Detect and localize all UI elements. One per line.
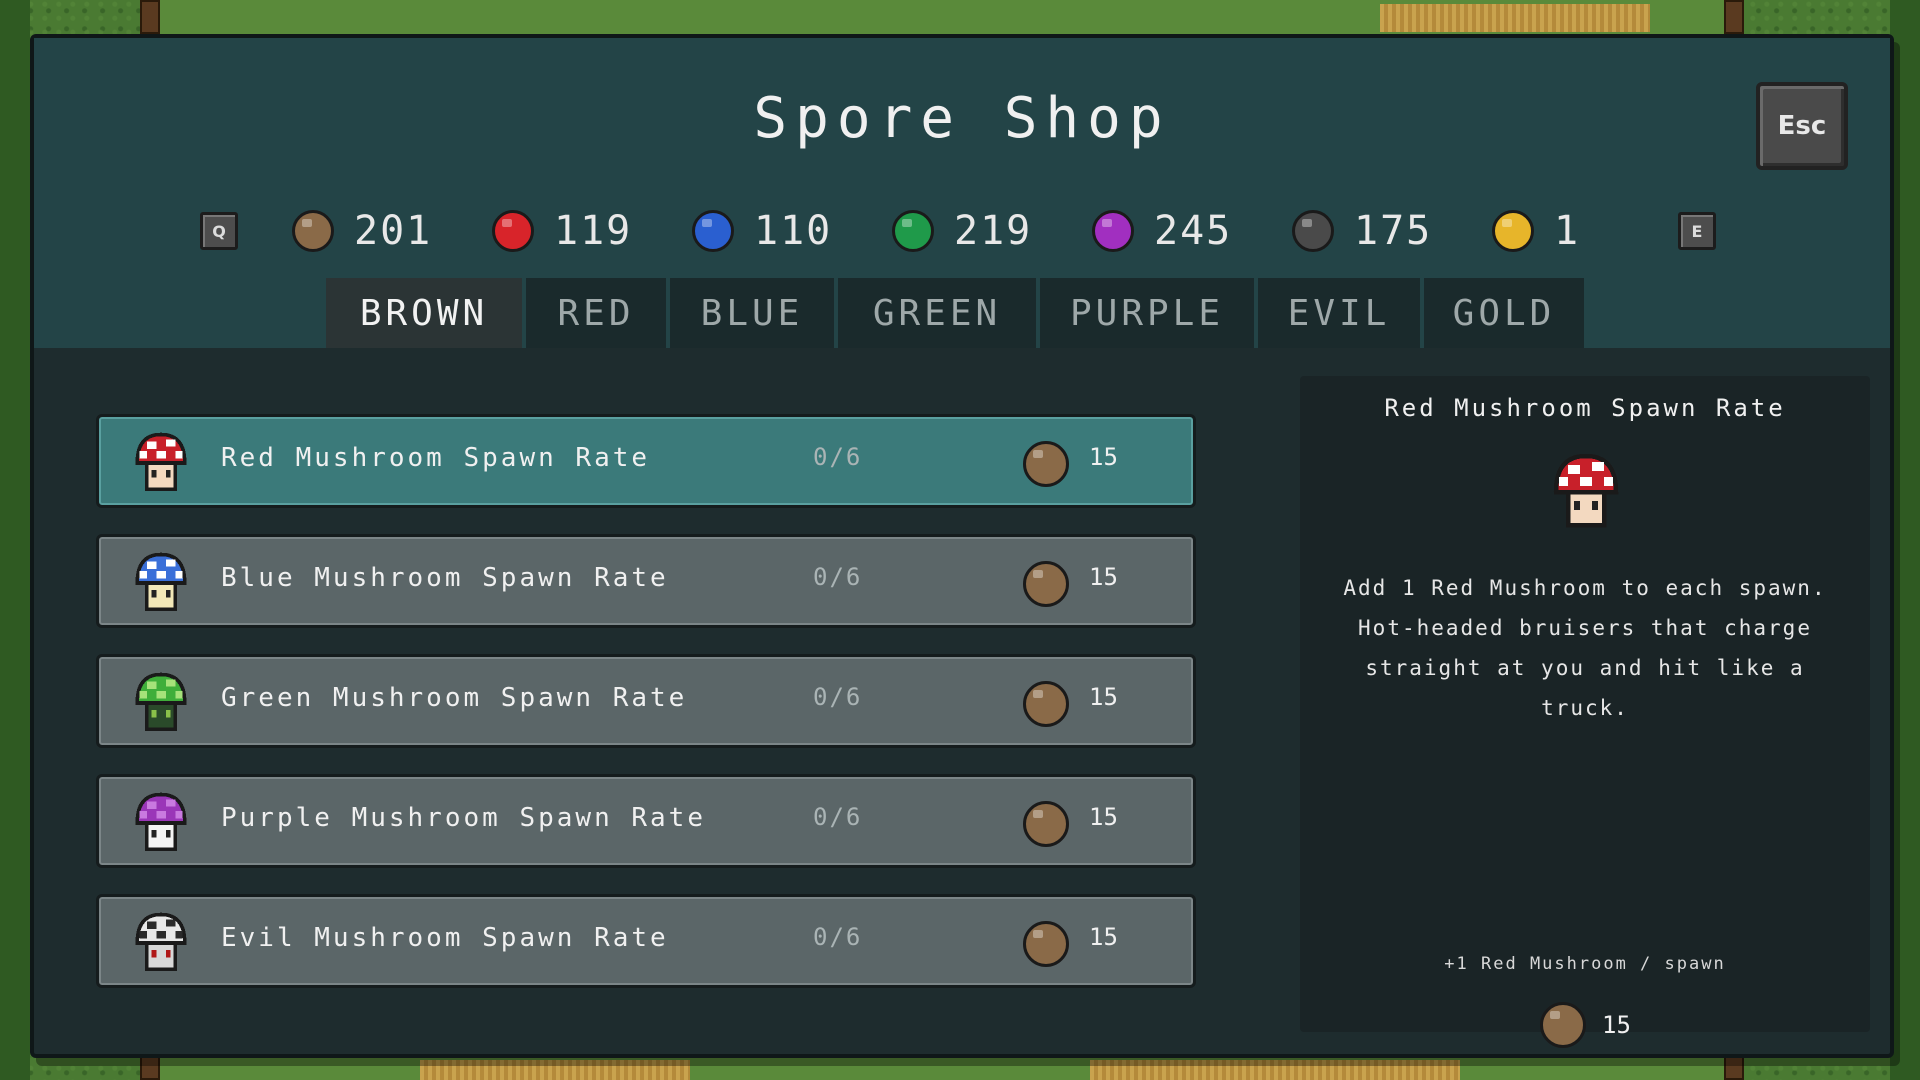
red-spore-counter: 119	[492, 204, 632, 258]
green-mushroom-icon	[123, 665, 199, 741]
green-spore-counter: 219	[892, 204, 1032, 258]
wheat-patch	[1090, 1060, 1460, 1080]
red-spore-icon	[492, 210, 534, 252]
green-spore-amount: 219	[954, 208, 1033, 254]
upgrade-name: Purple Mushroom Spawn Rate	[221, 803, 706, 833]
brown-spore-icon	[292, 210, 334, 252]
hedge-right	[1890, 0, 1920, 1080]
grass-strip-bottom	[150, 1058, 1730, 1080]
purple-spore-counter: 245	[1092, 204, 1232, 258]
next-tab-key[interactable]: E	[1678, 212, 1716, 250]
evil-spore-counter: 175	[1292, 204, 1432, 258]
red-mushroom-icon	[123, 425, 199, 501]
upgrade-cost: 15	[1089, 803, 1118, 831]
red-spore-amount: 119	[554, 208, 633, 254]
tab-green[interactable]: GREEN	[838, 278, 1036, 348]
wheat-patch	[1380, 4, 1650, 32]
tab-brown[interactable]: BROWN	[326, 278, 522, 348]
detail-description: Add 1 Red Mushroom to each spawn. Hot-he…	[1343, 576, 1827, 720]
upgrade-level: 0/6	[813, 683, 863, 711]
shop-title: Spore Shop	[753, 86, 1171, 151]
tab-red[interactable]: RED	[526, 278, 666, 348]
blue-spore-counter: 110	[692, 204, 832, 258]
brown-spore-icon	[1023, 681, 1069, 727]
upgrade-level: 0/6	[813, 923, 863, 951]
upgrade-cost: 15	[1089, 923, 1118, 951]
gold-spore-icon	[1492, 210, 1534, 252]
tab-blue[interactable]: BLUE	[670, 278, 834, 348]
purple-spore-amount: 245	[1154, 208, 1233, 254]
green-spore-icon	[892, 210, 934, 252]
upgrade-level: 0/6	[813, 803, 863, 831]
brown-spore-icon	[1023, 441, 1069, 487]
hedge-left	[0, 0, 30, 1080]
red-mushroom-icon	[1538, 444, 1634, 540]
fence-post	[1724, 0, 1744, 34]
upgrade-row[interactable]: Green Mushroom Spawn Rate 0/6 15	[96, 654, 1196, 748]
brown-spore-amount: 201	[354, 208, 433, 254]
color-tabs: BROWN RED BLUE GREEN PURPLE EVIL GOLD	[326, 278, 1588, 348]
detail-cost: 15	[1540, 1002, 1631, 1048]
detail-effect: +1 Red Mushroom / spawn	[1444, 954, 1726, 974]
spore-shop-panel: Spore Shop Esc Q E 201 119 110 219 245 175 1 B…	[30, 34, 1894, 1058]
gold-spore-counter: 1	[1492, 204, 1580, 258]
purple-mushroom-icon	[123, 785, 199, 861]
tab-purple[interactable]: PURPLE	[1040, 278, 1254, 348]
upgrade-name: Red Mushroom Spawn Rate	[221, 443, 651, 473]
upgrade-row[interactable]: Evil Mushroom Spawn Rate 0/6 15	[96, 894, 1196, 988]
upgrade-level: 0/6	[813, 443, 863, 471]
upgrade-name: Evil Mushroom Spawn Rate	[221, 923, 669, 953]
fence-post	[1724, 1056, 1744, 1080]
gold-spore-amount: 1	[1554, 208, 1581, 254]
evil-spore-amount: 175	[1354, 208, 1433, 254]
purple-spore-icon	[1092, 210, 1134, 252]
upgrade-row[interactable]: Red Mushroom Spawn Rate 0/6 15	[96, 414, 1196, 508]
upgrade-cost: 15	[1089, 443, 1118, 471]
brown-spore-counter: 201	[292, 204, 432, 258]
fence-post	[140, 1056, 160, 1080]
blue-spore-icon	[692, 210, 734, 252]
detail-panel: Red Mushroom Spawn Rate Add 1 Red Mushro…	[1300, 376, 1870, 1048]
evil-mushroom-icon	[123, 905, 199, 981]
upgrade-name: Blue Mushroom Spawn Rate	[221, 563, 669, 593]
upgrade-row[interactable]: Blue Mushroom Spawn Rate 0/6 15	[96, 534, 1196, 628]
brown-spore-icon	[1023, 921, 1069, 967]
close-button[interactable]: Esc	[1756, 82, 1848, 170]
brown-spore-icon	[1023, 561, 1069, 607]
blue-mushroom-icon	[123, 545, 199, 621]
upgrade-level: 0/6	[813, 563, 863, 591]
upgrade-cost: 15	[1089, 683, 1118, 711]
blue-spore-amount: 110	[754, 208, 833, 254]
tab-evil[interactable]: EVIL	[1258, 278, 1420, 348]
wheat-patch	[420, 1060, 690, 1080]
upgrade-list: Red Mushroom Spawn Rate 0/6 15 Blue Mushro…	[96, 414, 1196, 1014]
upgrade-row[interactable]: Purple Mushroom Spawn Rate 0/6 15	[96, 774, 1196, 868]
upgrade-name: Green Mushroom Spawn Rate	[221, 683, 688, 713]
brown-spore-icon	[1540, 1002, 1586, 1048]
detail-cost-value: 15	[1602, 1011, 1631, 1039]
prev-tab-key[interactable]: Q	[200, 212, 238, 250]
brown-spore-icon	[1023, 801, 1069, 847]
detail-title: Red Mushroom Spawn Rate	[1384, 394, 1786, 422]
evil-spore-icon	[1292, 210, 1334, 252]
tab-gold[interactable]: GOLD	[1424, 278, 1584, 348]
fence-post	[140, 0, 160, 34]
upgrade-cost: 15	[1089, 563, 1118, 591]
